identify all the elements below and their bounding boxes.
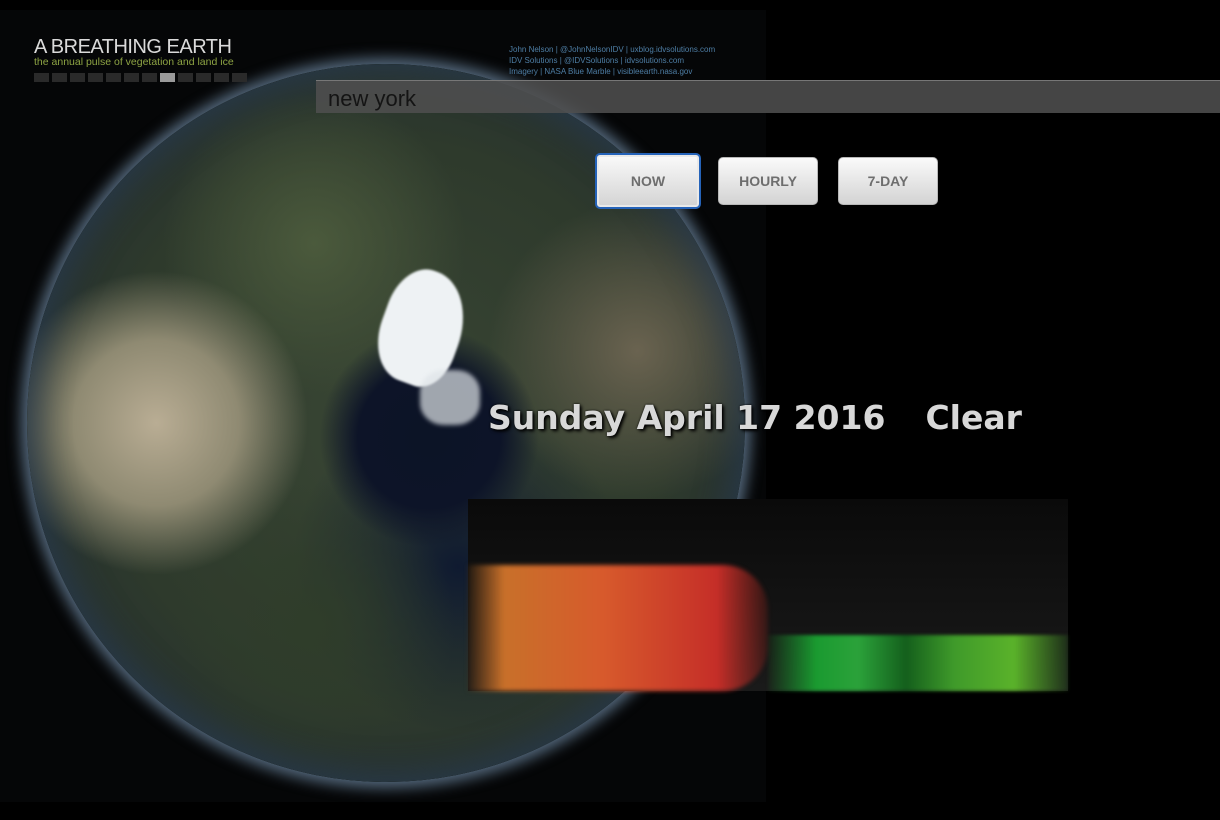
location-search-input[interactable]: new york: [316, 80, 1220, 113]
month-cell[interactable]: [106, 73, 121, 82]
month-cell[interactable]: [52, 73, 67, 82]
credit-line-imagery[interactable]: Imagery | NASA Blue Marble | visibleeart…: [509, 66, 715, 77]
weather-bars-panel: [468, 499, 1068, 691]
app-subtitle: the annual pulse of vegetation and land …: [34, 56, 234, 68]
month-cell[interactable]: [196, 73, 211, 82]
seven-day-button[interactable]: 7-DAY: [838, 157, 938, 205]
weather-condition: Clear: [925, 398, 1022, 437]
month-cell[interactable]: [142, 73, 157, 82]
month-cell[interactable]: [178, 73, 193, 82]
temperature-bar: [468, 565, 768, 691]
month-cell[interactable]: [70, 73, 85, 82]
credit-line-company[interactable]: IDV Solutions | @IDVSolutions | idvsolut…: [509, 55, 715, 66]
arctic-ice: [420, 370, 480, 425]
weather-summary: Sunday April 17 2016 Clear: [488, 398, 1022, 437]
month-cell[interactable]: [34, 73, 49, 82]
vegetation-bar: [768, 635, 1068, 691]
month-cell[interactable]: [232, 73, 247, 82]
month-selector[interactable]: [34, 73, 247, 82]
search-value: new york: [328, 86, 417, 111]
weather-date: Sunday April 17 2016: [488, 398, 886, 437]
month-cell[interactable]: [124, 73, 139, 82]
hourly-button[interactable]: HOURLY: [718, 157, 818, 205]
month-cell[interactable]: [214, 73, 229, 82]
credit-line-author[interactable]: John Nelson | @JohnNelsonIDV | uxblog.id…: [509, 44, 715, 55]
month-cell[interactable]: [160, 73, 175, 82]
month-cell[interactable]: [88, 73, 103, 82]
credits: John Nelson | @JohnNelsonIDV | uxblog.id…: [509, 44, 715, 77]
now-button[interactable]: NOW: [595, 153, 701, 209]
